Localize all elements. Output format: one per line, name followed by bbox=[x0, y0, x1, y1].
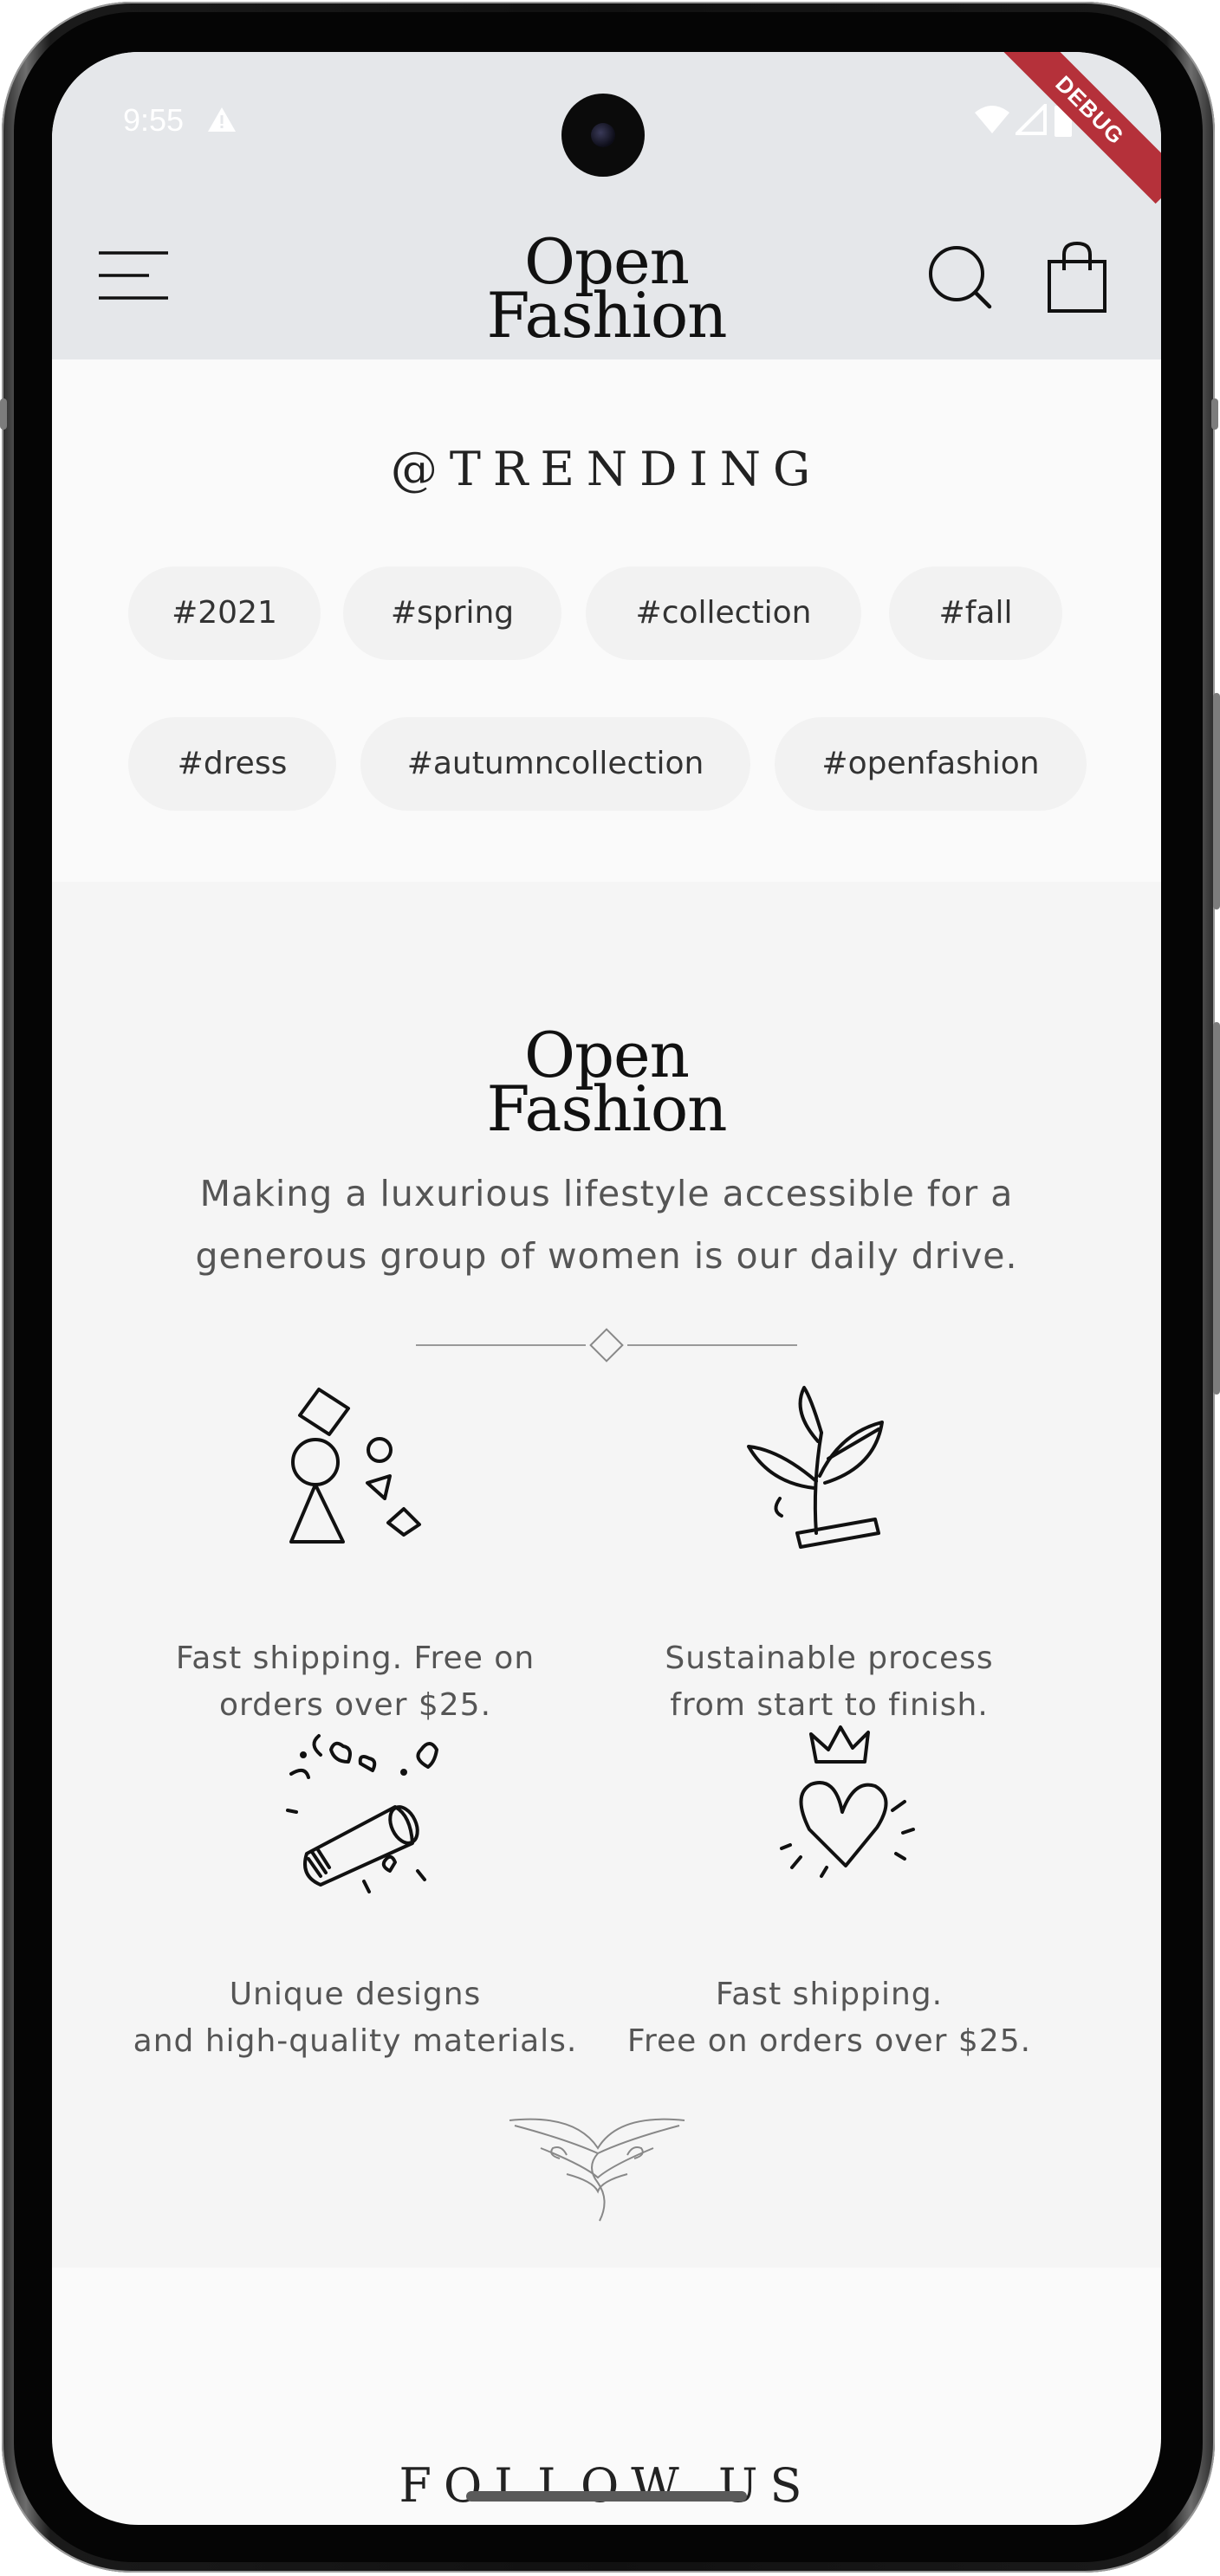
flourish-ornament bbox=[509, 2118, 685, 2222]
follow-us-title: FOLLOW US bbox=[399, 2458, 814, 2513]
wifi-icon bbox=[975, 106, 1009, 133]
app-screen: 9:55 DEBUG Open Fashion @TRENDING #2021 … bbox=[52, 52, 1161, 2525]
tag-chip-spring[interactable]: #spring bbox=[343, 566, 561, 660]
tag-chip-fall[interactable]: #fall bbox=[889, 566, 1062, 660]
frame-notch-right bbox=[1211, 398, 1218, 430]
signal-icon bbox=[1016, 104, 1047, 135]
brand-logo-line-fashion: Fashion bbox=[486, 1071, 727, 1145]
confetti-popper-icon bbox=[286, 1734, 438, 1893]
power-button bbox=[1213, 693, 1220, 909]
shopping-bag-icon[interactable] bbox=[1047, 241, 1107, 314]
plant-sprout-icon bbox=[747, 1386, 884, 1549]
feature-text-4: Fast shipping. Free on orders over $25. bbox=[626, 1977, 1032, 2059]
warning-icon bbox=[208, 107, 236, 132]
tag-chip-autumncollection[interactable]: #autumncollection bbox=[360, 717, 750, 811]
header-logo[interactable]: Open Fashion bbox=[477, 230, 737, 352]
logo-line-fashion: Fashion bbox=[486, 278, 727, 352]
crowned-heart-icon bbox=[780, 1725, 915, 1878]
status-time: 9:55 bbox=[123, 102, 185, 138]
frame-notch-left bbox=[0, 398, 7, 430]
brand-tagline: Making a luxurious lifestyle accessible … bbox=[195, 1173, 1018, 1277]
tag-chip-collection[interactable]: #collection bbox=[586, 566, 861, 660]
geometric-shapes-icon bbox=[289, 1388, 421, 1544]
brand-logo: Open Fashion bbox=[477, 1024, 737, 1145]
menu-icon[interactable] bbox=[97, 249, 170, 301]
tag-chip-2021[interactable]: #2021 bbox=[128, 566, 321, 660]
feature-text-1: Fast shipping. Free on orders over $25. bbox=[175, 1641, 535, 1723]
volume-button bbox=[1213, 1022, 1220, 1395]
trending-title: @TRENDING bbox=[390, 442, 823, 496]
diamond-divider bbox=[416, 1328, 797, 1362]
home-indicator[interactable] bbox=[466, 2491, 747, 2502]
feature-text-3: Unique designs and high-quality material… bbox=[133, 1977, 578, 2059]
tag-chip-openfashion[interactable]: #openfashion bbox=[775, 717, 1087, 811]
tag-chip-dress[interactable]: #dress bbox=[128, 717, 336, 811]
front-camera bbox=[561, 94, 645, 177]
search-icon[interactable] bbox=[927, 244, 996, 314]
